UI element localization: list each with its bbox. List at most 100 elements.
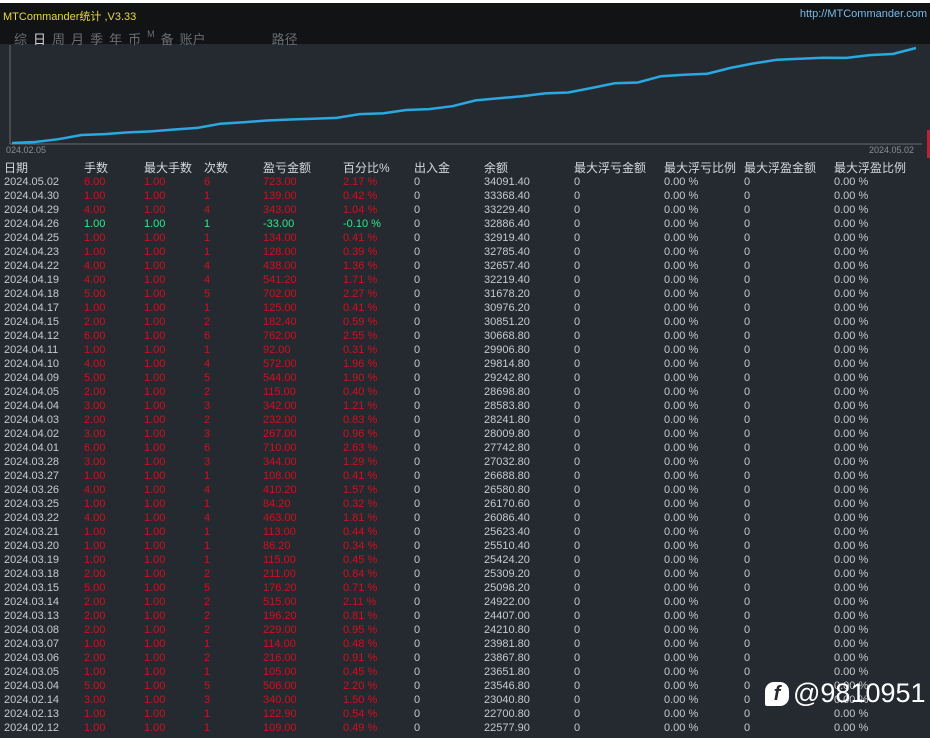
website-link[interactable]: http://MTCommander.com [800, 8, 927, 20]
column-header[interactable]: 日期 [4, 161, 28, 175]
cell-7: 33368.40 [484, 190, 530, 202]
cell-10: 0 [744, 708, 751, 720]
cell-5: 0.31 % [343, 344, 378, 356]
cell-0: 2024.04.29 [4, 204, 60, 216]
table-row[interactable]: 2024.03.27 1.00 1.00 1 108.00 0.41 % 0 26688.80… [0, 469, 930, 483]
cell-5: 0.45 % [343, 666, 378, 678]
cell-1: 4.00 [84, 204, 106, 216]
column-header[interactable]: 最大浮亏金额 [574, 161, 646, 175]
column-header[interactable]: 盈亏金额 [263, 161, 311, 175]
cell-2: 1.00 [144, 246, 166, 258]
table-row[interactable]: 2024.04.30 1.00 1.00 1 139.00 0.42 % 0 33368.40… [0, 189, 930, 203]
x-start-label: 024.02.05 [6, 145, 46, 155]
cell-2: 1.00 [144, 288, 166, 300]
column-header[interactable]: 手数 [84, 161, 108, 175]
cell-6: 0 [414, 232, 421, 244]
cell-8: 0 [574, 344, 581, 356]
column-header[interactable]: 余额 [484, 161, 508, 175]
table-row[interactable]: 2024.03.18 2.00 1.00 2 211.00 0.84 % 0 25309.20… [0, 567, 930, 581]
cell-1: 1.00 [84, 470, 106, 482]
cell-5: 2.17 % [343, 176, 378, 188]
cell-9: 0.00 % [664, 708, 699, 720]
table-row[interactable]: 2024.02.12 1.00 1.00 1 109.00 0.49 % 0 22577.90… [0, 721, 930, 735]
cell-11: 0.00 % [834, 540, 869, 552]
table-row[interactable]: 2024.05.02 6.00 1.00 6 723.00 2.17 % 0 34091.40… [0, 175, 930, 189]
table-row[interactable]: 2024.03.08 2.00 1.00 2 229.00 0.95 % 0 24210.80… [0, 623, 930, 637]
cell-4: 84.20 [263, 498, 291, 510]
cell-8: 0 [574, 274, 581, 286]
cell-11: 0.00 % [834, 344, 869, 356]
table-row[interactable]: 2024.04.12 6.00 1.00 6 762.00 2.55 % 0 30668.80… [0, 329, 930, 343]
table-row[interactable]: 2024.03.14 2.00 1.00 2 515.00 2.11 % 0 24922.00… [0, 595, 930, 609]
table-row[interactable]: 2024.04.22 4.00 1.00 4 438.00 1.36 % 0 32657.40… [0, 259, 930, 273]
cell-8: 0 [574, 204, 581, 216]
table-row[interactable]: 2024.04.09 5.00 1.00 5 544.00 1.90 % 0 29242.80… [0, 371, 930, 385]
cell-3: 5 [204, 372, 211, 384]
table-row[interactable]: 2024.03.05 1.00 1.00 1 105.00 0.45 % 0 23651.80… [0, 665, 930, 679]
cell-1: 3.00 [84, 428, 106, 440]
table-row[interactable]: 2024.04.10 4.00 1.00 4 572.00 1.96 % 0 29814.80… [0, 357, 930, 371]
table-row[interactable]: 2024.03.25 1.00 1.00 1 84.20 0.32 % 0 26170.60 0… [0, 497, 930, 511]
cell-10: 0 [744, 666, 751, 678]
table-row[interactable]: 2024.03.21 1.00 1.00 1 113.00 0.44 % 0 25623.40… [0, 525, 930, 539]
table-row[interactable]: 2024.04.29 4.00 1.00 4 343.00 1.04 % 0 33229.40… [0, 203, 930, 217]
cell-9: 0.00 % [664, 498, 699, 510]
cell-3: 1 [204, 526, 211, 538]
cell-2: 1.00 [144, 526, 166, 538]
table-row[interactable]: 2024.04.25 1.00 1.00 1 134.00 0.41 % 0 32919.40… [0, 231, 930, 245]
cell-0: 2024.04.15 [4, 316, 60, 328]
cell-9: 0.00 % [664, 484, 699, 496]
table-row[interactable]: 2024.04.02 3.00 1.00 3 267.00 0.96 % 0 28009.80… [0, 427, 930, 441]
table-row[interactable]: 2024.03.07 1.00 1.00 1 114.00 0.48 % 0 23981.80… [0, 637, 930, 651]
cell-11: 0.00 % [834, 260, 869, 272]
column-header[interactable]: 最大浮亏比例 [664, 161, 736, 175]
balance-chart: 024.02.05 2024.05.02 [6, 45, 922, 155]
table-row[interactable]: 2024.03.13 2.00 1.00 2 196.20 0.81 % 0 24407.00… [0, 609, 930, 623]
table-row[interactable]: 2024.04.26 1.00 1.00 1 -33.00 -0.10 % 0 32886.4… [0, 217, 930, 231]
table-row[interactable]: 2024.04.18 5.00 1.00 5 702.00 2.27 % 0 31678.20… [0, 287, 930, 301]
table-row[interactable]: 2024.04.05 2.00 1.00 2 115.00 0.40 % 0 28698.80… [0, 385, 930, 399]
cell-5: 0.32 % [343, 498, 378, 510]
column-header[interactable]: 次数 [204, 161, 228, 175]
table-row[interactable]: 2024.03.28 3.00 1.00 3 344.00 1.29 % 0 27032.80… [0, 455, 930, 469]
table-row[interactable]: 2024.04.23 1.00 1.00 1 128.00 0.39 % 0 32785.40… [0, 245, 930, 259]
cell-9: 0.00 % [664, 582, 699, 594]
table-row[interactable]: 2024.04.01 6.00 1.00 6 710.00 2.63 % 0 27742.80… [0, 441, 930, 455]
table-row[interactable]: 2024.03.19 1.00 1.00 1 115.00 0.45 % 0 25424.20… [0, 553, 930, 567]
column-header[interactable]: 出入金 [414, 161, 450, 175]
cell-2: 1.00 [144, 666, 166, 678]
table-row[interactable]: 2024.02.13 1.00 1.00 1 122.90 0.54 % 0 22700.80… [0, 707, 930, 721]
table-row[interactable]: 2024.03.20 1.00 1.00 1 86.20 0.34 % 0 25510.40 0… [0, 539, 930, 553]
cell-5: 1.21 % [343, 400, 378, 412]
table-row[interactable]: 2024.04.15 2.00 1.00 2 182.40 0.59 % 0 30851.20… [0, 315, 930, 329]
table-row[interactable]: 2024.04.04 3.00 1.00 3 342.00 1.21 % 0 28583.80… [0, 399, 930, 413]
table-row[interactable]: 2024.03.15 5.00 1.00 5 176.20 0.71 % 0 25098.20… [0, 581, 930, 595]
table-row[interactable]: 2024.03.26 4.00 1.00 4 410.20 1.57 % 0 26580.80… [0, 483, 930, 497]
cell-7: 34091.40 [484, 176, 530, 188]
cell-4: 134.00 [263, 232, 297, 244]
cell-8: 0 [574, 414, 581, 426]
column-header[interactable]: 百分比% [343, 161, 390, 175]
cell-0: 2024.03.14 [4, 596, 60, 608]
cell-11: 0.00 % [834, 708, 869, 720]
cell-1: 3.00 [84, 400, 106, 412]
table-row[interactable]: 2024.04.11 1.00 1.00 1 92.00 0.31 % 0 29906.80 0… [0, 343, 930, 357]
cell-2: 1.00 [144, 470, 166, 482]
column-header[interactable]: 最大浮盈金额 [744, 161, 816, 175]
table-row[interactable]: 2024.04.19 4.00 1.00 4 541.20 1.71 % 0 32219.40… [0, 273, 930, 287]
table-row[interactable]: 2024.03.22 4.00 1.00 4 463.00 1.81 % 0 26086.40… [0, 511, 930, 525]
table-row[interactable]: 2024.03.06 2.00 1.00 2 216.00 0.91 % 0 23867.80… [0, 651, 930, 665]
cell-11: 0.00 % [834, 568, 869, 580]
cell-6: 0 [414, 680, 421, 692]
column-header[interactable]: 最大手数 [144, 161, 192, 175]
cell-0: 2024.05.02 [4, 176, 60, 188]
cell-7: 30668.80 [484, 330, 530, 342]
column-header[interactable]: 最大浮盈比例 [834, 161, 906, 175]
cell-4: 342.00 [263, 400, 297, 412]
cell-2: 1.00 [144, 442, 166, 454]
table-row[interactable]: 2024.04.03 2.00 1.00 2 232.00 0.83 % 0 28241.80… [0, 413, 930, 427]
cell-8: 0 [574, 540, 581, 552]
cell-10: 0 [744, 302, 751, 314]
table-row[interactable]: 2024.04.17 1.00 1.00 1 125.00 0.41 % 0 30976.20… [0, 301, 930, 315]
cell-10: 0 [744, 470, 751, 482]
